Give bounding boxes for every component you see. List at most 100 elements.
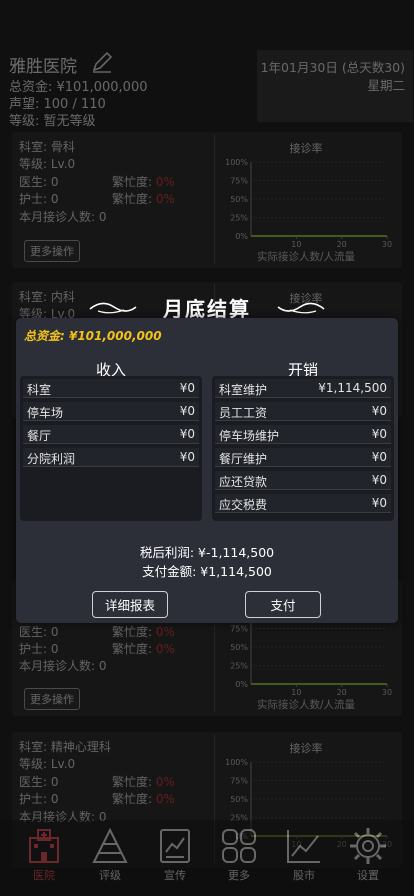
chart-subtitle: 实际接诊人数/人流量 [256, 699, 356, 711]
y-tick-label: 50% [230, 195, 248, 204]
row-label: 停车场 [27, 406, 64, 420]
row-label: 停车场维护 [219, 429, 280, 443]
dept-name: 科室: 精神心理科 [19, 740, 111, 754]
pyramid-icon [92, 827, 128, 863]
y-tick-label: 50% [230, 643, 248, 652]
nav-label: 宣传 [164, 869, 186, 882]
monthly-patients: 本月接诊人数: 0 [19, 659, 107, 673]
chart-subtitle: 实际接诊人数/人流量 [256, 251, 356, 263]
row-label: 科室维护 [219, 383, 268, 397]
expense-row: 停车场维护 ¥0 [215, 425, 391, 444]
x-tick-label: 20 [337, 688, 347, 697]
y-tick-label: 0% [235, 232, 248, 241]
y-tick-label: 0% [235, 680, 248, 689]
x-tick-label: 10 [291, 240, 301, 249]
nav-promotion[interactable]: 宣传 [143, 820, 207, 884]
x-tick-label: 20 [337, 240, 347, 249]
income-row: 餐厅 ¥0 [23, 425, 199, 444]
doctor-count: 医生: 0 [19, 625, 59, 639]
row-label: 应交税费 [219, 498, 268, 512]
income-row: 分院利润 ¥0 [23, 448, 199, 467]
row-value: ¥0 [371, 496, 387, 510]
row-label: 分院利润 [27, 452, 76, 466]
nav-label: 股市 [293, 869, 315, 882]
x-tick-label: 10 [291, 688, 301, 697]
dept-name: 科室: 内科 [19, 290, 75, 304]
hospital-header: 雅胜医院 总资金: ¥101,000,000 声望: 100 / 110 等级:… [0, 0, 414, 130]
nurse-busy: 繁忙度: 0% [112, 642, 175, 656]
nav-label: 更多 [228, 869, 250, 882]
after-tax-profit: 税后利润: ¥-1,114,500 [139, 545, 275, 560]
bottom-nav: 医院 评级 宣传 更多 股市 设置 [0, 820, 414, 896]
y-tick-label: 25% [230, 662, 248, 671]
expense-row: 员工工资 ¥0 [215, 402, 391, 421]
income-row: 科室 ¥0 [23, 379, 199, 398]
y-tick-label: 50% [230, 795, 248, 804]
expense-row: 应交税费 ¥0 [215, 494, 391, 513]
left-flourish-icon [89, 302, 137, 314]
row-label: 科室 [27, 383, 52, 397]
nav-rating[interactable]: 评级 [78, 820, 142, 884]
y-tick-label: 75% [230, 625, 248, 634]
pay-button[interactable]: 支付 [245, 591, 321, 618]
hospital-name: 雅胜医院 [9, 57, 77, 77]
nurse-busy: 繁忙度: 0% [112, 792, 175, 806]
nav-more[interactable]: 更多 [207, 820, 271, 884]
more-actions-button[interactable]: 更多操作 [24, 688, 80, 710]
y-tick-label: 100% [225, 158, 248, 167]
right-flourish-icon [277, 302, 325, 314]
gear-icon [350, 828, 386, 864]
row-value: ¥0 [179, 450, 195, 464]
nav-label: 评级 [99, 869, 121, 882]
month-end-settlement-dialog: 总资金: ¥101,000,000 收入 开销 科室 ¥0 停车场 ¥0 餐厅 … [16, 318, 398, 623]
y-tick-label: 100% [225, 758, 248, 767]
admission-rate-chart: 接诊率 100% 75% 50% 25% 0% 10 20 30 实际接诊人数/人流量 [214, 134, 396, 264]
expense-row: 应还贷款 ¥0 [215, 471, 391, 490]
modal-total-funds: 总资金: ¥101,000,000 [24, 329, 162, 343]
income-panel: 科室 ¥0 停车场 ¥0 餐厅 ¥0 分院利润 ¥0 [20, 376, 202, 521]
y-tick-label: 25% [230, 214, 248, 223]
doctor-count: 医生: 0 [19, 775, 59, 789]
chart-plot: 100% 75% 50% 25% 0% 10 20 30 [225, 158, 392, 249]
nav-label: 设置 [357, 869, 379, 882]
hospital-level: 等级: 暂无等级 [9, 114, 96, 129]
monthly-patients: 本月接诊人数: 0 [19, 210, 107, 224]
clipboard-chart-icon [160, 829, 190, 863]
row-value: ¥0 [371, 404, 387, 418]
doctor-count: 医生: 0 [19, 175, 59, 189]
edit-name-pencil-icon[interactable] [90, 50, 114, 74]
doctor-busy: 繁忙度: 0% [112, 175, 175, 189]
dept-level: 等级: Lv.0 [19, 757, 76, 771]
nav-label: 医院 [33, 869, 55, 882]
nav-stocks[interactable]: 股市 [272, 820, 336, 884]
dept-card-orthopedics: 科室: 骨科 等级: Lv.0 医生: 0 护士: 0 繁忙度: 0% 繁忙度:… [12, 132, 402, 268]
nav-hospital[interactable]: 医院 [12, 820, 76, 884]
stock-chart-icon [287, 830, 320, 863]
doctor-busy: 繁忙度: 0% [112, 625, 175, 639]
x-tick-label: 30 [382, 688, 392, 697]
nurse-count: 护士: 0 [19, 792, 59, 806]
chart-title: 接诊率 [289, 742, 323, 755]
row-label: 餐厅 [27, 429, 52, 443]
detail-report-button[interactable]: 详细报表 [92, 591, 168, 618]
chart-title: 接诊率 [289, 142, 323, 155]
expense-row: 科室维护 ¥1,114,500 [215, 379, 391, 398]
dept-name: 科室: 骨科 [19, 140, 75, 154]
current-date: 1年01月30日 (总天数30) [260, 60, 405, 75]
row-value: ¥0 [371, 450, 387, 464]
more-actions-button[interactable]: 更多操作 [24, 240, 80, 262]
y-tick-label: 75% [230, 177, 248, 186]
row-label: 餐厅维护 [219, 452, 268, 466]
doctor-busy: 繁忙度: 0% [112, 775, 175, 789]
expense-panel: 科室维护 ¥1,114,500 员工工资 ¥0 停车场维护 ¥0 餐厅维护 ¥0… [212, 376, 394, 521]
row-label: 员工工资 [219, 406, 268, 420]
income-row: 停车场 ¥0 [23, 402, 199, 421]
nav-settings[interactable]: 设置 [336, 820, 400, 884]
expense-row: 餐厅维护 ¥0 [215, 448, 391, 467]
dept-level: 等级: Lv.0 [19, 157, 76, 171]
row-value: ¥0 [179, 404, 195, 418]
hospital-icon [29, 829, 59, 863]
date-panel: 1年01月30日 (总天数30) 星期二 [257, 50, 413, 122]
weekday: 星期二 [367, 78, 405, 93]
nurse-count: 护士: 0 [19, 642, 59, 656]
